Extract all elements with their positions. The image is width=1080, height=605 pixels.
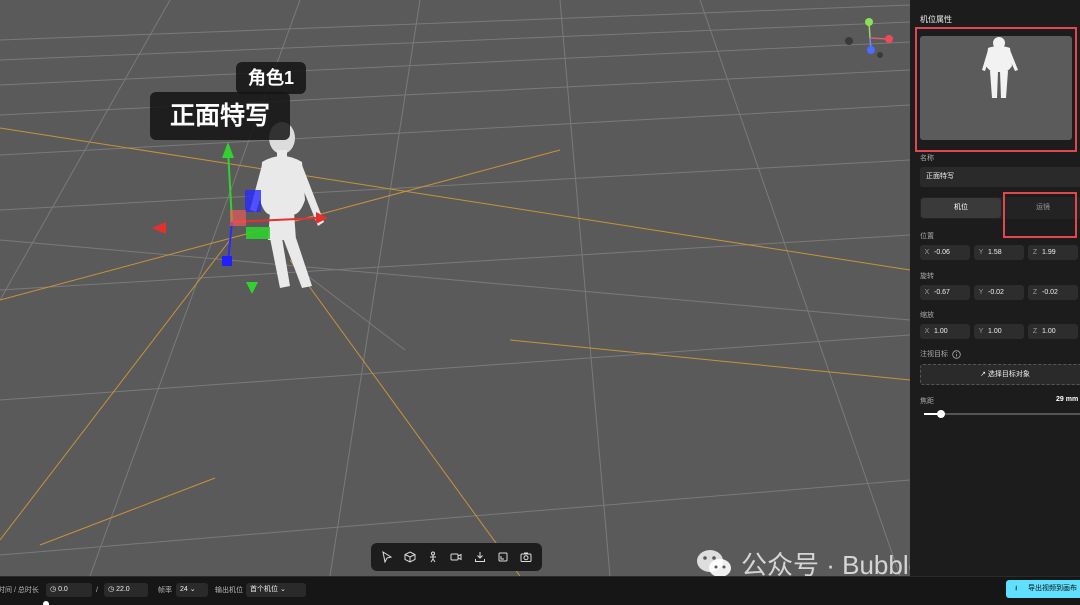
position-z-field[interactable]: Z 1.99 xyxy=(1028,245,1078,260)
clock-icon: ◷ xyxy=(108,586,117,593)
crop-icon[interactable] xyxy=(494,548,512,566)
fps-label: 帧率 xyxy=(158,587,172,594)
current-time-field[interactable]: ◷ 0.0 xyxy=(46,583,92,597)
chevron-down-icon: ⌄ xyxy=(187,586,196,593)
timeline-playhead[interactable] xyxy=(43,601,49,605)
export-video-label: 导出视频到画布 xyxy=(1028,585,1077,592)
total-time-field[interactable]: ◷ 22.0 xyxy=(104,583,148,597)
select-target-label: 选择目标对象 xyxy=(987,371,1030,378)
preview-highlight xyxy=(915,27,1077,152)
position-label: 位置 xyxy=(920,233,934,240)
camera-label: 正面特写 xyxy=(150,92,291,140)
focal-slider[interactable] xyxy=(924,410,1080,418)
panel-title: 机位属性 xyxy=(920,15,952,24)
scale-fields: X 1.00 Y 1.00 Z 1.00 xyxy=(920,324,1078,339)
position-x-field[interactable]: X -0.06 xyxy=(920,245,970,260)
rotation-x-field[interactable]: X -0.67 xyxy=(920,285,970,300)
camera-icon[interactable] xyxy=(447,548,465,566)
rotation-fields: X -0.67 Y -0.02 Z -0.02 xyxy=(920,285,1078,300)
character-label: 角色1 xyxy=(236,62,307,94)
rotation-y-field[interactable]: Y -0.02 xyxy=(974,285,1024,300)
tab-highlight xyxy=(1003,192,1077,238)
target-label: 注视目标 xyxy=(920,351,948,358)
output-camera-label: 输出机位 xyxy=(215,587,243,594)
download-icon: ⭳ xyxy=(1015,585,1018,592)
clock-icon: ◷ xyxy=(50,586,59,593)
focal-slider-knob[interactable] xyxy=(937,410,945,418)
scale-x-field[interactable]: X 1.00 xyxy=(920,324,970,339)
position-fields: X -0.06 Y 1.58 Z 1.99 xyxy=(920,245,1078,260)
3d-viewport[interactable]: 角色1 正面特写 xyxy=(0,0,910,576)
chevron-down-icon: ⌄ xyxy=(278,586,286,593)
timeline-bar: 时间 / 总时长 ◷ 0.0 / ◷ 22.0 帧率 24 ⌄ 输出机位 首个机… xyxy=(0,576,1080,605)
select-target-button[interactable]: ↗︎ 选择目标对象 xyxy=(920,364,1080,385)
focal-value: 29 mm xyxy=(1056,396,1079,403)
focal-label: 焦距 xyxy=(920,398,934,405)
export-video-button[interactable]: ⭳ 导出视频到画布 xyxy=(1006,580,1080,598)
snapshot-icon[interactable] xyxy=(517,548,535,566)
viewport-toolbar xyxy=(371,543,542,571)
time-label: 时间 / 总时长 xyxy=(0,587,39,594)
name-field[interactable]: 正面特写 xyxy=(920,167,1080,187)
person-icon[interactable] xyxy=(424,548,442,566)
fps-select[interactable]: 24 ⌄ xyxy=(176,583,208,597)
info-icon[interactable] xyxy=(952,349,961,359)
import-icon[interactable] xyxy=(471,548,489,566)
cursor-icon[interactable] xyxy=(378,548,396,566)
scene-grid xyxy=(0,0,910,576)
select-target-icon: ↗︎ xyxy=(980,371,986,378)
rotation-z-field[interactable]: Z -0.02 xyxy=(1028,285,1078,300)
output-camera-select[interactable]: 首个机位 ⌄ xyxy=(246,583,306,597)
scale-y-field[interactable]: Y 1.00 xyxy=(974,324,1024,339)
wechat-icon xyxy=(697,549,731,577)
rotation-label: 旋转 xyxy=(920,273,934,280)
time-separator: / xyxy=(96,587,98,594)
target-label-row: 注视目标 xyxy=(920,349,961,359)
editor-app: 角色1 正面特写 公众号 · BubbleBrain 机位属性 名称 正面特写 … xyxy=(0,0,1080,605)
name-label: 名称 xyxy=(920,155,934,162)
tab-camera-position[interactable]: 机位 xyxy=(921,198,1001,218)
position-y-field[interactable]: Y 1.58 xyxy=(974,245,1024,260)
cube-icon[interactable] xyxy=(401,548,419,566)
scale-z-field[interactable]: Z 1.00 xyxy=(1028,324,1078,339)
scale-label: 缩放 xyxy=(920,312,934,319)
